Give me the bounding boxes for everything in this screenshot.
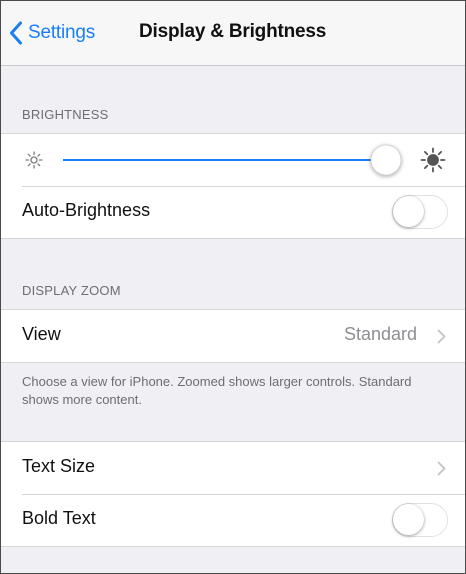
display-zoom-footer: Choose a view for iPhone. Zoomed shows l…	[22, 374, 412, 407]
text-group: Text Size Bold Text	[1, 441, 465, 547]
bold-text-toggle[interactable]	[392, 503, 448, 537]
text-size-row[interactable]: Text Size	[1, 442, 465, 494]
bold-text-label: Bold Text	[22, 508, 96, 528]
back-button-label: Settings	[28, 22, 96, 43]
auto-brightness-label: Auto-Brightness	[22, 200, 151, 220]
back-button[interactable]: Settings	[9, 17, 95, 49]
navigation-bar: Settings Display & Brightness	[1, 1, 465, 66]
auto-brightness-row: Auto-Brightness	[1, 186, 465, 238]
toggle-knob	[393, 196, 424, 227]
display-zoom-section-header: DISPLAY ZOOM	[22, 283, 121, 298]
brightness-section-header: BRIGHTNESS	[22, 107, 109, 122]
display-zoom-group: View Standard	[1, 309, 465, 363]
brightness-slider-row	[1, 134, 465, 186]
display-brightness-screen: Settings Display & Brightness BRIGHTNESS	[0, 0, 466, 574]
sun-small-icon	[25, 151, 43, 169]
bold-text-row: Bold Text	[1, 494, 465, 546]
sun-large-icon	[420, 147, 446, 173]
brightness-group: Auto-Brightness	[1, 133, 465, 239]
view-value: Standard	[343, 324, 417, 344]
view-row[interactable]: View Standard	[1, 310, 465, 362]
chevron-right-icon	[437, 329, 446, 344]
view-label: View	[22, 324, 61, 344]
auto-brightness-toggle[interactable]	[392, 195, 448, 229]
brightness-slider-thumb[interactable]	[370, 144, 402, 176]
chevron-left-icon	[10, 21, 22, 45]
text-size-label: Text Size	[22, 456, 96, 476]
chevron-right-icon	[437, 461, 446, 476]
page-title: Display & Brightness	[139, 21, 327, 42]
toggle-knob	[393, 504, 424, 535]
